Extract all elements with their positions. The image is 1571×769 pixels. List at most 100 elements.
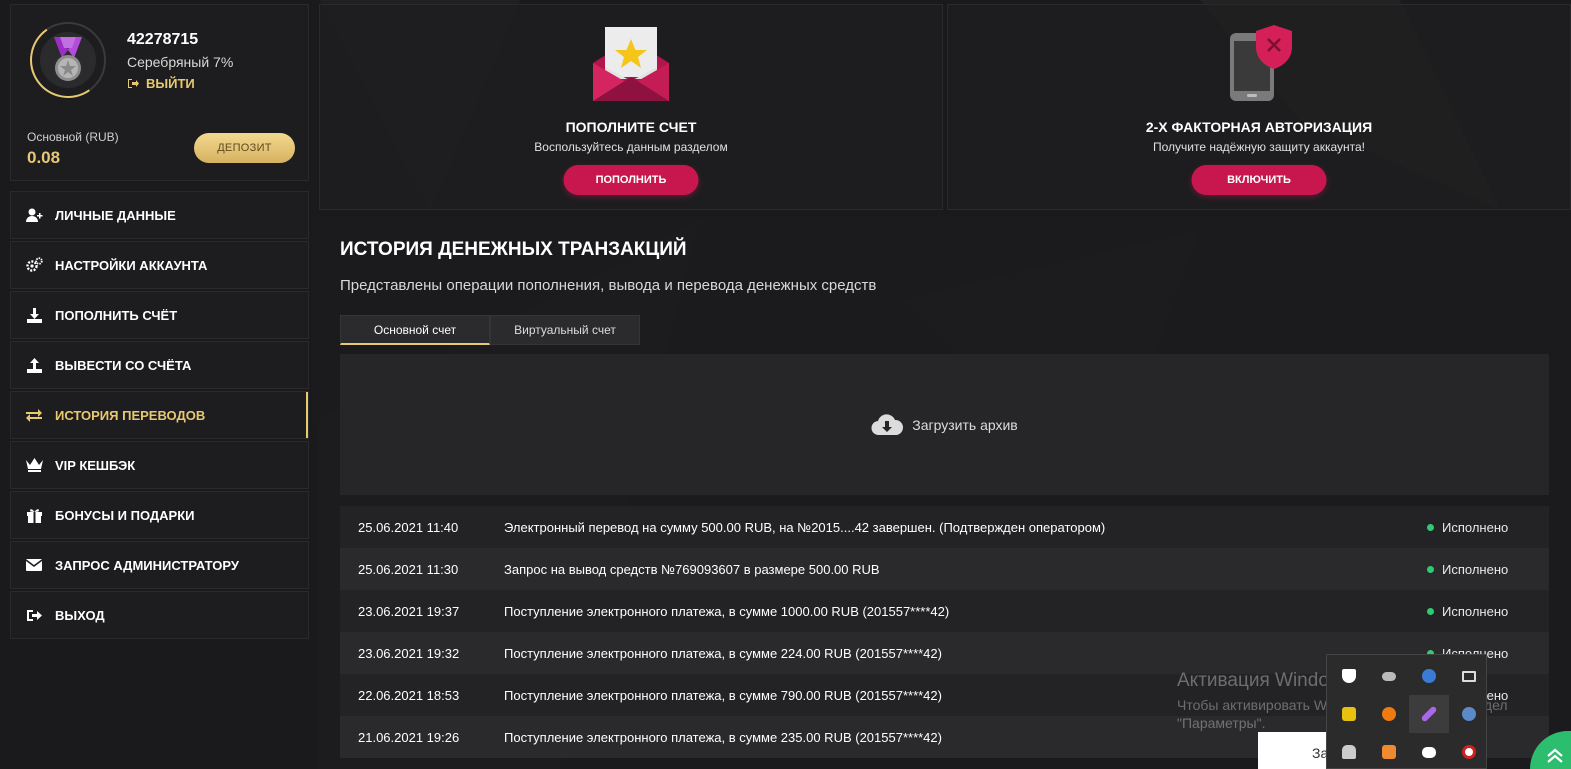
tray-icon-display[interactable] [1449, 657, 1489, 695]
tab-main-account[interactable]: Основной счет [340, 315, 490, 345]
gears-icon [25, 256, 43, 274]
status-badge: Исполнено [1427, 604, 1549, 619]
tray-icon-steam[interactable] [1449, 695, 1489, 733]
table-row: 25.06.2021 11:30 Запрос на вывод средств… [340, 548, 1549, 590]
tray-icon-download[interactable] [1329, 695, 1369, 733]
phone-shield-icon [1230, 25, 1292, 101]
sidebar-item-label: VIP КЕШБЭК [55, 457, 136, 473]
tray-icon-yandex[interactable] [1449, 733, 1489, 769]
antivirus-icon [1382, 707, 1396, 721]
tx-date: 23.06.2021 19:37 [358, 603, 460, 619]
tx-date: 22.06.2021 18:53 [358, 687, 460, 703]
tray-icon-feather[interactable] [1409, 695, 1449, 733]
sidebar-item-label: ИСТОРИЯ ПЕРЕВОДОВ [55, 407, 206, 423]
deposit-promo-card: ПОПОЛНИТЕ СЧЕТ Воспользуйтесь данным раз… [319, 4, 943, 210]
sidebar-item-account-settings[interactable]: НАСТРОЙКИ АККАУНТА [10, 241, 309, 289]
sidebar-item-transfer-history[interactable]: ИСТОРИЯ ПЕРЕВОДОВ [10, 391, 309, 439]
sidebar-item-personal-data[interactable]: ЛИЧНЫЕ ДАННЫЕ [10, 191, 309, 239]
chevron-up-icon [1546, 748, 1563, 763]
archive-label: Загрузить архив [912, 416, 1018, 433]
replenish-button[interactable]: ПОПОЛНИТЬ [563, 165, 699, 195]
deposit-card-title: ПОПОЛНИТЕ СЧЕТ [565, 119, 697, 135]
avatar [30, 22, 106, 98]
status-dot [1427, 523, 1434, 531]
sidebar-menu: ЛИЧНЫЕ ДАННЫЕ НАСТРОЙКИ АККАУНТА ПОПОЛНИ… [10, 191, 309, 639]
status-badge: Исполнено [1427, 520, 1549, 535]
sidebar-item-label: ПОПОЛНИТЬ СЧЁТ [55, 307, 178, 323]
tx-date: 25.06.2021 11:30 [358, 561, 459, 577]
envelope-icon [25, 556, 43, 574]
user-id: 42278715 [127, 31, 199, 48]
app-icon [1382, 745, 1396, 759]
tx-date: 25.06.2021 11:40 [358, 519, 459, 535]
tx-date: 21.06.2021 19:26 [358, 729, 460, 745]
tx-description: Поступление электронного платежа, в сумм… [504, 645, 942, 661]
sign-out-icon [128, 79, 139, 88]
sidebar-item-label: ВЫХОД [55, 607, 105, 623]
chat-widget[interactable]: За [1258, 732, 1330, 769]
yandex-browser-icon [1462, 745, 1476, 759]
twofa-promo-card: 2-Х ФАКТОРНАЯ АВТОРИЗАЦИЯ Получите надёж… [947, 4, 1571, 210]
sidebar-item-label: ВЫВЕСТИ СО СЧЁТА [55, 357, 192, 373]
sidebar-item-withdraw[interactable]: ВЫВЕСТИ СО СЧЁТА [10, 341, 309, 389]
sidebar-item-admin-request[interactable]: ЗАПРОС АДМИНИСТРАТОРУ [10, 541, 309, 589]
shield-warning-icon [1342, 669, 1356, 683]
twofa-card-subtitle: Получите надёжную защиту аккаунта! [1152, 140, 1365, 154]
system-tray-popup [1326, 654, 1487, 769]
transfer-arrows-icon [25, 406, 43, 424]
sign-out-icon [25, 606, 43, 624]
monitor-icon [1462, 670, 1476, 682]
table-row: 25.06.2021 11:40 Электронный перевод на … [340, 506, 1549, 548]
tray-icon-security[interactable] [1329, 657, 1369, 695]
page-title: ИСТОРИЯ ДЕНЕЖНЫХ ТРАНЗАКЦИЙ [340, 239, 687, 260]
tray-icon-avast[interactable] [1369, 695, 1409, 733]
status-dot [1427, 607, 1434, 615]
balance-label: Основной (RUB) [27, 130, 119, 144]
gift-icon [25, 506, 43, 524]
enable-2fa-button[interactable]: ВКЛЮЧИТЬ [1191, 165, 1327, 195]
discord-icon [1422, 746, 1436, 758]
deposit-card-subtitle: Воспользуйтесь данным разделом [534, 140, 728, 154]
sidebar-item-exit[interactable]: ВЫХОД [10, 591, 309, 639]
tx-description: Электронный перевод на сумму 500.00 RUB,… [504, 519, 1106, 535]
tray-icon-cloud[interactable] [1369, 657, 1409, 695]
sidebar-item-label: ЗАПРОС АДМИНИСТРАТОРУ [55, 557, 239, 573]
steam-icon [1462, 707, 1476, 721]
balance-value: 0.08 [27, 148, 61, 167]
logout-link[interactable]: ВЫЙТИ [127, 76, 195, 91]
tab-virtual-account[interactable]: Виртуальный счет [490, 315, 640, 345]
tray-icon-hand[interactable] [1329, 733, 1369, 769]
sidebar-item-label: НАСТРОЙКИ АККАУНТА [55, 257, 208, 273]
logout-label: ВЫЙТИ [146, 76, 195, 91]
cloud-download-icon [871, 413, 904, 435]
feather-icon [1420, 705, 1438, 723]
browser-icon [1422, 669, 1436, 683]
tx-date: 23.06.2021 19:32 [358, 645, 460, 661]
hand-icon [1342, 745, 1356, 759]
crown-icon [25, 456, 43, 474]
twofa-card-title: 2-Х ФАКТОРНАЯ АВТОРИЗАЦИЯ [1145, 119, 1373, 135]
deposit-button[interactable]: ДЕПОЗИТ [194, 133, 295, 163]
cloud-off-icon [1382, 671, 1396, 681]
download-icon [25, 306, 43, 324]
sidebar: 42278715 Серебряный 7% ВЫЙТИ Основной (R… [10, 4, 309, 641]
sidebar-item-vip-cashback[interactable]: VIP КЕШБЭК [10, 441, 309, 489]
profile-card: 42278715 Серебряный 7% ВЫЙТИ Основной (R… [10, 4, 309, 181]
sidebar-item-bonuses[interactable]: БОНУСЫ И ПОДАРКИ [10, 491, 309, 539]
tray-icon-orange-app[interactable] [1369, 733, 1409, 769]
user-level: Серебряный 7% [127, 54, 234, 70]
tray-icon-discord[interactable] [1409, 733, 1449, 769]
tx-description: Запрос на вывод средств №769093607 в раз… [504, 561, 880, 577]
sidebar-item-deposit[interactable]: ПОПОЛНИТЬ СЧЁТ [10, 291, 309, 339]
account-tabs: Основной счет Виртуальный счет [340, 315, 640, 345]
download-manager-icon [1342, 707, 1356, 721]
download-archive-button[interactable]: Загрузить архив [340, 354, 1549, 495]
tray-icon-browser[interactable] [1409, 657, 1449, 695]
table-row: 23.06.2021 19:37 Поступление электронног… [340, 590, 1549, 632]
sidebar-item-label: ЛИЧНЫЕ ДАННЫЕ [55, 207, 176, 223]
page-subtitle: Представлены операции пополнения, вывода… [340, 277, 877, 294]
upload-icon [25, 356, 43, 374]
status-badge: Исполнено [1427, 562, 1549, 577]
sidebar-item-label: БОНУСЫ И ПОДАРКИ [55, 507, 195, 523]
envelope-star-icon [593, 27, 669, 101]
